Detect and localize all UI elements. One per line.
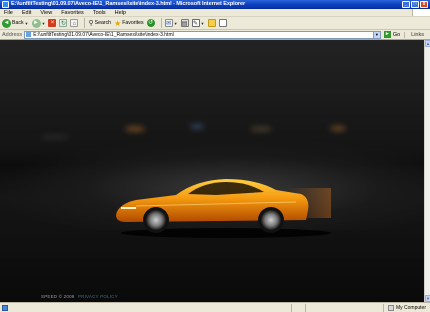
mail-icon: ✉ xyxy=(164,19,173,27)
search-label: Search xyxy=(94,20,112,26)
stop-button[interactable]: × xyxy=(48,18,57,29)
computer-icon xyxy=(387,304,394,311)
star-icon: ★ xyxy=(114,18,122,28)
edit-dropdown-icon[interactable]: ▼ xyxy=(201,21,205,26)
search-icon: ⚲ xyxy=(88,20,94,27)
privacy-policy-link[interactable]: PRIVACY POLICY xyxy=(78,294,118,299)
back-label: Back xyxy=(12,20,24,26)
go-button[interactable]: ► Go xyxy=(383,31,401,38)
menu-help[interactable]: Help xyxy=(115,10,126,16)
print-button[interactable]: ▤ xyxy=(180,18,189,29)
links-button[interactable]: Links xyxy=(404,31,430,38)
minimize-button[interactable]: _ xyxy=(402,0,410,8)
go-label: Go xyxy=(392,31,401,38)
background-light xyxy=(40,135,70,139)
toolbar-separator xyxy=(160,18,162,28)
ie-app-icon[interactable] xyxy=(2,0,9,8)
folder-button[interactable] xyxy=(207,18,216,29)
edit-button[interactable]: ✎ ▼ xyxy=(191,18,205,29)
security-zone[interactable]: My Computer xyxy=(382,303,430,312)
folder-icon xyxy=(207,19,216,27)
sports-car-image xyxy=(116,179,331,238)
background-light xyxy=(125,126,145,132)
address-bar: Address E:\\unfiltTesting\01.09.07\Aveco… xyxy=(0,30,430,40)
mail-dropdown-icon[interactable]: ▼ xyxy=(174,21,178,26)
background-light xyxy=(250,126,272,132)
page-button[interactable] xyxy=(218,18,227,29)
address-dropdown-icon[interactable]: ▼ xyxy=(372,31,380,38)
menu-favorites[interactable]: Favorites xyxy=(61,10,84,16)
forward-button[interactable]: ► ▼ xyxy=(31,18,46,29)
menu-tools[interactable]: Tools xyxy=(93,10,106,16)
title-bar: E:\\unfiltTesting\01.09.07\Aveco-IE\1_Ra… xyxy=(0,0,430,9)
go-arrow-icon: ► xyxy=(383,31,391,38)
favorites-label: Favorites xyxy=(122,20,144,26)
history-button[interactable]: ↺ xyxy=(146,18,155,29)
vertical-scrollbar[interactable]: ▲ ▼ xyxy=(424,40,430,302)
menu-view[interactable]: View xyxy=(40,10,52,16)
home-button[interactable]: ⌂ xyxy=(70,18,79,29)
page-status-icon xyxy=(2,304,8,311)
windows-logo xyxy=(412,9,430,16)
back-arrow-icon: ◄ xyxy=(2,18,11,28)
search-button[interactable]: ⚲ Search xyxy=(88,18,111,29)
status-bar: My Computer xyxy=(0,302,430,312)
window-title: E:\\unfiltTesting\01.09.07\Aveco-IE\1_Ra… xyxy=(11,1,246,7)
scroll-up-icon[interactable]: ▲ xyxy=(425,40,430,47)
forward-dropdown-icon[interactable]: ▼ xyxy=(42,21,46,26)
toolbar-separator xyxy=(84,18,86,28)
scroll-down-icon[interactable]: ▼ xyxy=(425,295,430,302)
close-button[interactable]: x xyxy=(420,0,428,8)
status-cell xyxy=(291,303,305,312)
page-viewport: SPEED © 2009 PRIVACY POLICY xyxy=(0,40,424,302)
standard-toolbar: ◄ Back ▼ ► ▼ × ↻ ⌂ ⚲ Search ★ Favorites … xyxy=(0,17,430,30)
address-url[interactable]: E:\\unfiltTesting\01.09.07\Aveco-IE\1_Ra… xyxy=(33,32,373,38)
back-button[interactable]: ◄ Back ▼ xyxy=(2,18,29,29)
printer-icon: ▤ xyxy=(180,19,189,27)
back-dropdown-icon[interactable]: ▼ xyxy=(25,21,29,26)
edit-page-icon: ✎ xyxy=(191,19,200,27)
history-icon: ↺ xyxy=(146,19,155,27)
maximize-button[interactable]: □ xyxy=(411,0,419,8)
forward-arrow-icon: ► xyxy=(31,18,41,28)
menu-edit[interactable]: Edit xyxy=(22,10,31,16)
page-icon xyxy=(26,32,32,37)
background-light xyxy=(330,126,346,131)
window-controls: _ □ x xyxy=(402,0,428,8)
address-input[interactable]: E:\\unfiltTesting\01.09.07\Aveco-IE\1_Ra… xyxy=(24,30,381,39)
refresh-icon: ↻ xyxy=(59,19,68,27)
menu-bar: File Edit View Favorites Tools Help xyxy=(0,9,430,17)
status-cell xyxy=(305,303,319,312)
page-footer: SPEED © 2009 PRIVACY POLICY xyxy=(41,294,118,299)
home-icon: ⌂ xyxy=(70,19,79,27)
mail-button[interactable]: ✉ ▼ xyxy=(164,18,178,29)
background-light xyxy=(190,124,204,129)
footer-copyright: SPEED © 2009 xyxy=(41,294,75,299)
document-icon xyxy=(218,19,227,27)
address-label: Address xyxy=(2,31,23,38)
stop-icon: × xyxy=(48,19,57,27)
zone-label: My Computer xyxy=(395,304,426,311)
favorites-button[interactable]: ★ Favorites xyxy=(114,18,144,29)
menu-file[interactable]: File xyxy=(4,10,13,16)
refresh-button[interactable]: ↻ xyxy=(59,18,68,29)
